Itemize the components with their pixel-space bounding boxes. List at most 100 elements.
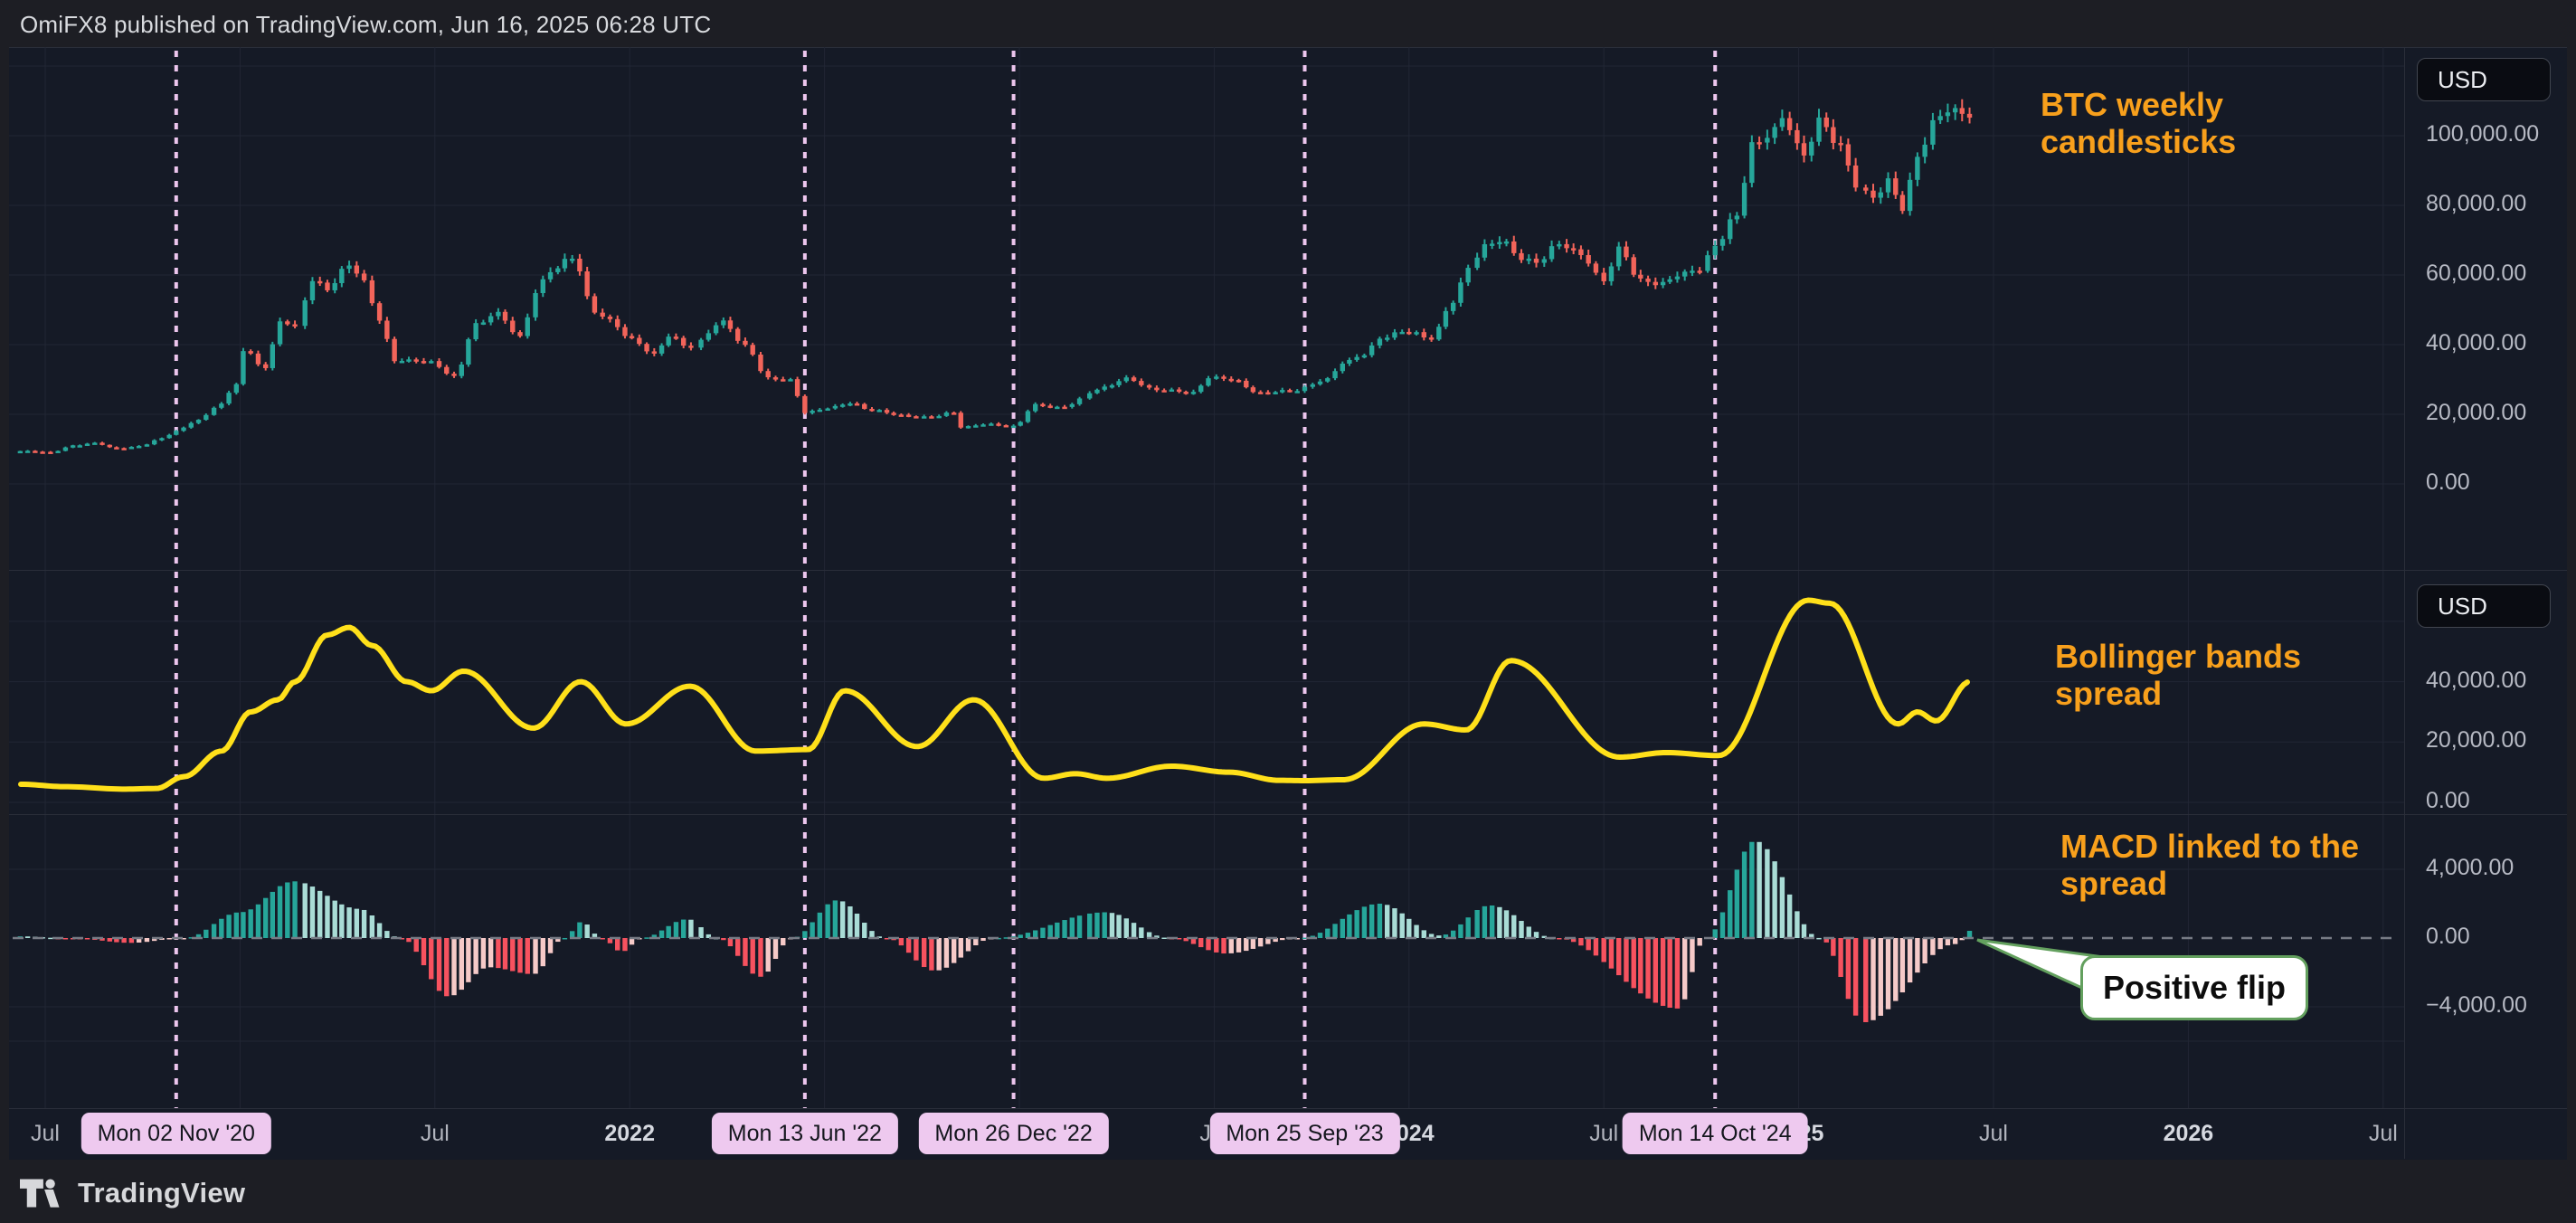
candle-body [1886, 178, 1890, 193]
macd-bar [1922, 938, 1927, 963]
price-axis-currency-badge[interactable]: USD [2417, 58, 2551, 101]
candle-body [421, 361, 426, 364]
macd-bar [825, 905, 829, 938]
candle-body [174, 431, 178, 434]
macd-bar [1661, 938, 1665, 1006]
candle-body [773, 377, 778, 380]
candle-body [1451, 303, 1455, 311]
candle-body [637, 338, 641, 345]
macd-bar [1675, 938, 1680, 1009]
macd-bar [674, 922, 678, 938]
candle-body [437, 361, 441, 367]
candle-body [1236, 380, 1241, 383]
macd-bar [1653, 938, 1658, 1002]
macd-bar [212, 924, 216, 938]
tradingview-logo[interactable]: TradingView [20, 1177, 245, 1209]
macd-bar [1667, 938, 1672, 1008]
macd-bar [384, 931, 389, 938]
candle-body [1863, 187, 1868, 190]
candle-body [129, 447, 134, 450]
macd-bar [145, 938, 149, 942]
macd-bar [1198, 938, 1203, 947]
candle-body [377, 303, 382, 320]
macd-bar [1720, 913, 1725, 938]
candle-body [728, 320, 733, 328]
macd-bar [1206, 938, 1210, 950]
macd-bar [848, 906, 852, 938]
macd-bar [548, 938, 553, 953]
macd-bar [728, 938, 733, 946]
macd-bar [1422, 930, 1426, 938]
macd-bar [781, 938, 785, 945]
macd-bar [219, 919, 223, 938]
candle-body [204, 415, 208, 420]
macd-bar [959, 938, 963, 958]
macd-bar [1900, 938, 1905, 992]
macd-bar [1690, 938, 1694, 972]
candle-body [85, 443, 90, 446]
macd-bar [346, 907, 351, 938]
candle-body [1436, 327, 1441, 339]
candle-body [1698, 270, 1702, 273]
candle-body [1161, 390, 1166, 393]
candle-body [1967, 114, 1972, 118]
spread-line[interactable] [21, 601, 1967, 790]
annotation-spread-pane[interactable]: Bollinger bands spread [2055, 639, 2381, 712]
macd-bar [773, 938, 778, 959]
macd-bar [743, 938, 747, 966]
candle-body [688, 346, 693, 348]
candle-body [810, 411, 814, 413]
candle-body [652, 351, 657, 354]
candle-body [196, 420, 201, 423]
macd-bar [1116, 915, 1121, 938]
macd-bar [406, 938, 411, 942]
candle-body [906, 414, 911, 417]
macd-bar [270, 892, 275, 938]
candle-body [1838, 143, 1842, 146]
candle-body [1340, 364, 1345, 371]
candle-body [1482, 244, 1487, 258]
candle-body [659, 346, 664, 354]
macd-bar [936, 938, 941, 971]
pane-separator-1[interactable] [9, 570, 2567, 571]
pane-separator-2[interactable] [9, 814, 2567, 815]
candle-body [18, 451, 23, 454]
macd-bar [1937, 938, 1942, 949]
time-axis[interactable] [9, 1108, 2567, 1160]
macd-bar [421, 938, 426, 965]
candle-body [1154, 388, 1159, 391]
positive-flip-callout[interactable]: Positive flip [2080, 955, 2308, 1020]
candle-body [1474, 258, 1479, 268]
macd-bar [488, 938, 493, 967]
candle-body [137, 446, 141, 449]
macd-bar [1853, 938, 1858, 1016]
candle-body [459, 365, 464, 376]
series [18, 100, 1973, 1022]
candle-body [1444, 311, 1448, 327]
candle-body [1354, 357, 1359, 360]
candle-body [1549, 246, 1554, 259]
macd-bar [1735, 869, 1739, 938]
candle-body [362, 273, 366, 280]
candle-body [1705, 255, 1709, 270]
candle-body [1645, 279, 1650, 282]
macd-bar [1414, 925, 1418, 938]
macd-bar [108, 938, 112, 942]
candle-body [1586, 255, 1590, 263]
spread-axis-currency-badge[interactable]: USD [2417, 584, 2551, 628]
candle-body [339, 269, 344, 283]
macd-bar [563, 938, 567, 940]
macd-bar [1087, 914, 1092, 938]
candle-body [1624, 247, 1628, 258]
macd-bar [1018, 934, 1022, 938]
candle-body [1853, 166, 1858, 187]
candle-body [292, 324, 297, 327]
candle-body [1870, 191, 1875, 198]
annotation-macd-pane[interactable]: MACD linked to the spread [2060, 829, 2449, 902]
annotation-price-pane[interactable]: BTC weekly candlesticks [2041, 87, 2339, 160]
candle-body [1609, 266, 1614, 281]
macd-bar [1609, 938, 1614, 969]
candle-body [548, 272, 553, 280]
macd-bar [735, 938, 740, 956]
candle-body [1787, 119, 1792, 130]
